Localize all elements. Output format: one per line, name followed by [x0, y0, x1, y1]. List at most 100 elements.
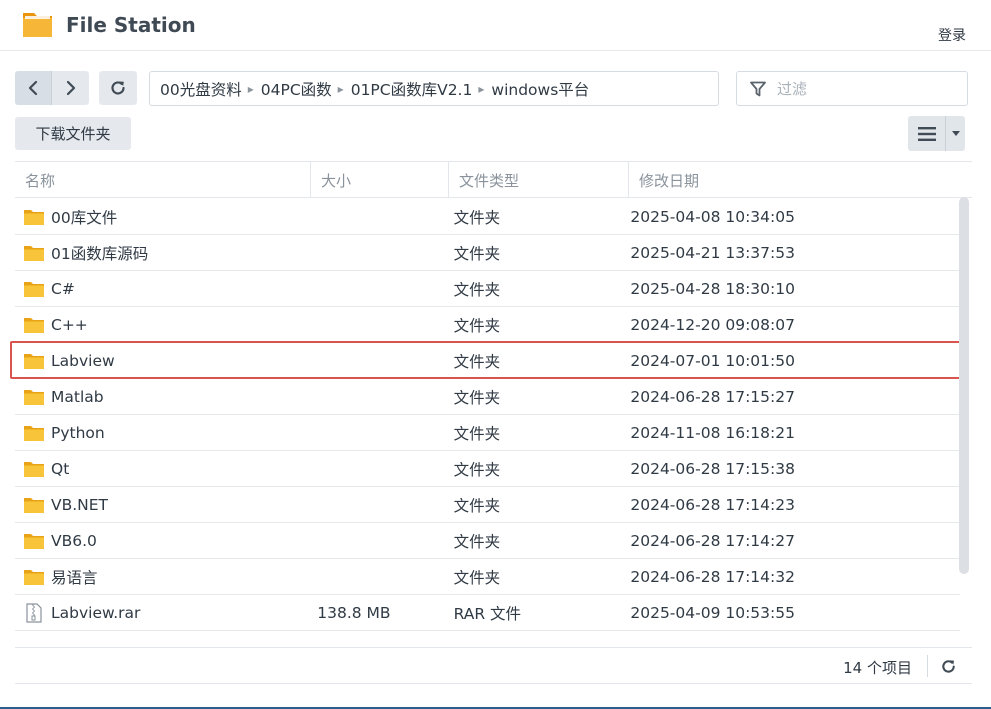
app-title: File Station [66, 13, 196, 37]
footer-refresh-button[interactable] [938, 656, 958, 676]
name-cell: VB.NET [15, 487, 307, 522]
name-cell: C# [15, 271, 307, 306]
size-cell [307, 343, 443, 378]
folder-icon [23, 243, 45, 263]
folder-icon [23, 351, 45, 371]
folder-icon [23, 567, 45, 587]
column-header-modified[interactable]: 修改日期 [629, 162, 972, 198]
name-cell: Matlab [15, 379, 307, 414]
name-cell: Labview [15, 343, 307, 378]
name-cell: VB6.0 [15, 523, 307, 558]
file-name: 易语言 [51, 568, 98, 587]
table-row[interactable]: Labview.rar 138.8 MB RAR 文件 2025-04-09 10:5… [15, 595, 960, 631]
list-view-button[interactable] [908, 116, 946, 151]
login-link[interactable]: 登录 [938, 25, 966, 45]
breadcrumb-item[interactable]: windows平台 [491, 78, 589, 100]
item-count: 14 个项目 [843, 659, 912, 677]
size-cell [307, 199, 443, 234]
type-cell: 文件夹 [453, 352, 501, 371]
type-cell: 文件夹 [453, 208, 501, 227]
table-header: 名称 大小 文件类型 修改日期 [15, 162, 972, 198]
name-cell: Python [15, 415, 307, 450]
title-bar: File Station 登录 [0, 0, 991, 51]
type-cell: 文件夹 [453, 244, 501, 263]
list-view-icon [917, 126, 936, 141]
column-header-size[interactable]: 大小 [311, 162, 449, 198]
folder-icon [23, 207, 45, 227]
size-cell [307, 559, 443, 594]
file-name: VB.NET [51, 495, 109, 514]
size-cell [307, 523, 443, 558]
file-name: 01函数库源码 [51, 244, 149, 263]
modified-cell: 2024-06-28 17:14:27 [630, 531, 795, 550]
file-name: Qt [51, 459, 70, 478]
table-row[interactable]: Labview 文件夹 2024-07-01 10:01:50 [15, 343, 960, 379]
table-row[interactable]: VB6.0 文件夹 2024-06-28 17:14:27 [15, 523, 960, 559]
name-cell: 易语言 [15, 559, 307, 594]
refresh-button[interactable] [99, 71, 137, 105]
file-name: 00库文件 [51, 208, 118, 227]
folder-icon [23, 423, 45, 443]
breadcrumb-item[interactable]: 01PC函数库V2.1 [351, 78, 473, 100]
filter-input[interactable] [777, 79, 947, 98]
vertical-scrollbar[interactable] [959, 197, 969, 574]
modified-cell: 2024-06-28 17:15:27 [630, 387, 795, 406]
footer-divider [927, 655, 928, 677]
breadcrumb-separator-icon: ▸ [478, 81, 485, 96]
table-row[interactable]: 01函数库源码 文件夹 2025-04-21 13:37:53 [15, 235, 960, 271]
forward-button[interactable] [52, 71, 89, 105]
file-name: VB6.0 [51, 531, 97, 550]
type-cell: 文件夹 [453, 532, 501, 551]
size-cell [307, 271, 443, 306]
size-cell [307, 235, 443, 270]
breadcrumb-item[interactable]: 00光盘资料 [160, 78, 242, 100]
table-row[interactable]: Python 文件夹 2024-11-08 16:18:21 [15, 415, 960, 451]
table-row[interactable]: C# 文件夹 2025-04-28 18:30:10 [15, 271, 960, 307]
name-cell: 01函数库源码 [15, 235, 307, 270]
name-cell: C++ [15, 307, 307, 342]
modified-cell: 2025-04-08 10:34:05 [630, 207, 795, 226]
file-list: 名称 大小 文件类型 修改日期 00库文件 文件夹 2025-04-08 10:34… [15, 161, 972, 647]
column-header-type[interactable]: 文件类型 [449, 162, 629, 198]
modified-cell: 2025-04-28 18:30:10 [630, 279, 795, 298]
table-row[interactable]: 00库文件 文件夹 2025-04-08 10:34:05 [15, 199, 960, 235]
modified-cell: 2025-04-09 10:53:55 [630, 603, 795, 622]
archive-file-icon [23, 602, 45, 623]
table-row[interactable]: VB.NET 文件夹 2024-06-28 17:14:23 [15, 487, 960, 523]
type-cell: RAR 文件 [453, 604, 522, 623]
download-folder-button[interactable]: 下载文件夹 [15, 117, 131, 150]
file-name: Labview.rar [51, 603, 141, 622]
folder-icon [23, 531, 45, 551]
size-cell: 138.8 MB [317, 603, 391, 622]
breadcrumb-item[interactable]: 04PC函数 [261, 78, 332, 100]
back-button[interactable] [15, 71, 52, 105]
refresh-icon [941, 659, 955, 673]
size-cell [307, 307, 443, 342]
folder-icon [23, 459, 45, 479]
file-name: Matlab [51, 387, 104, 406]
folder-icon [23, 387, 45, 407]
modified-cell: 2024-06-28 17:15:38 [630, 459, 795, 478]
table-row[interactable]: C++ 文件夹 2024-12-20 09:08:07 [15, 307, 960, 343]
filter-box [736, 71, 968, 106]
view-mode-buttons [908, 116, 965, 151]
breadcrumb-separator-icon: ▸ [247, 81, 254, 96]
caret-down-icon [951, 131, 960, 136]
table-row[interactable]: 易语言 文件夹 2024-06-28 17:14:32 [15, 559, 960, 595]
type-cell: 文件夹 [453, 424, 501, 443]
name-cell: Labview.rar [15, 595, 307, 630]
size-cell [307, 451, 443, 486]
type-cell: 文件夹 [453, 280, 501, 299]
column-header-name[interactable]: 名称 [15, 162, 311, 198]
folder-icon [23, 279, 45, 299]
chevron-right-icon [66, 80, 75, 96]
view-options-dropdown[interactable] [946, 116, 965, 151]
type-cell: 文件夹 [453, 496, 501, 515]
folder-icon [23, 495, 45, 515]
table-row[interactable]: Matlab 文件夹 2024-06-28 17:15:27 [15, 379, 960, 415]
type-cell: 文件夹 [453, 568, 501, 587]
chevron-left-icon [28, 80, 38, 96]
modified-cell: 2024-12-20 09:08:07 [630, 315, 795, 334]
table-row[interactable]: Qt 文件夹 2024-06-28 17:15:38 [15, 451, 960, 487]
file-name: C# [51, 279, 75, 298]
